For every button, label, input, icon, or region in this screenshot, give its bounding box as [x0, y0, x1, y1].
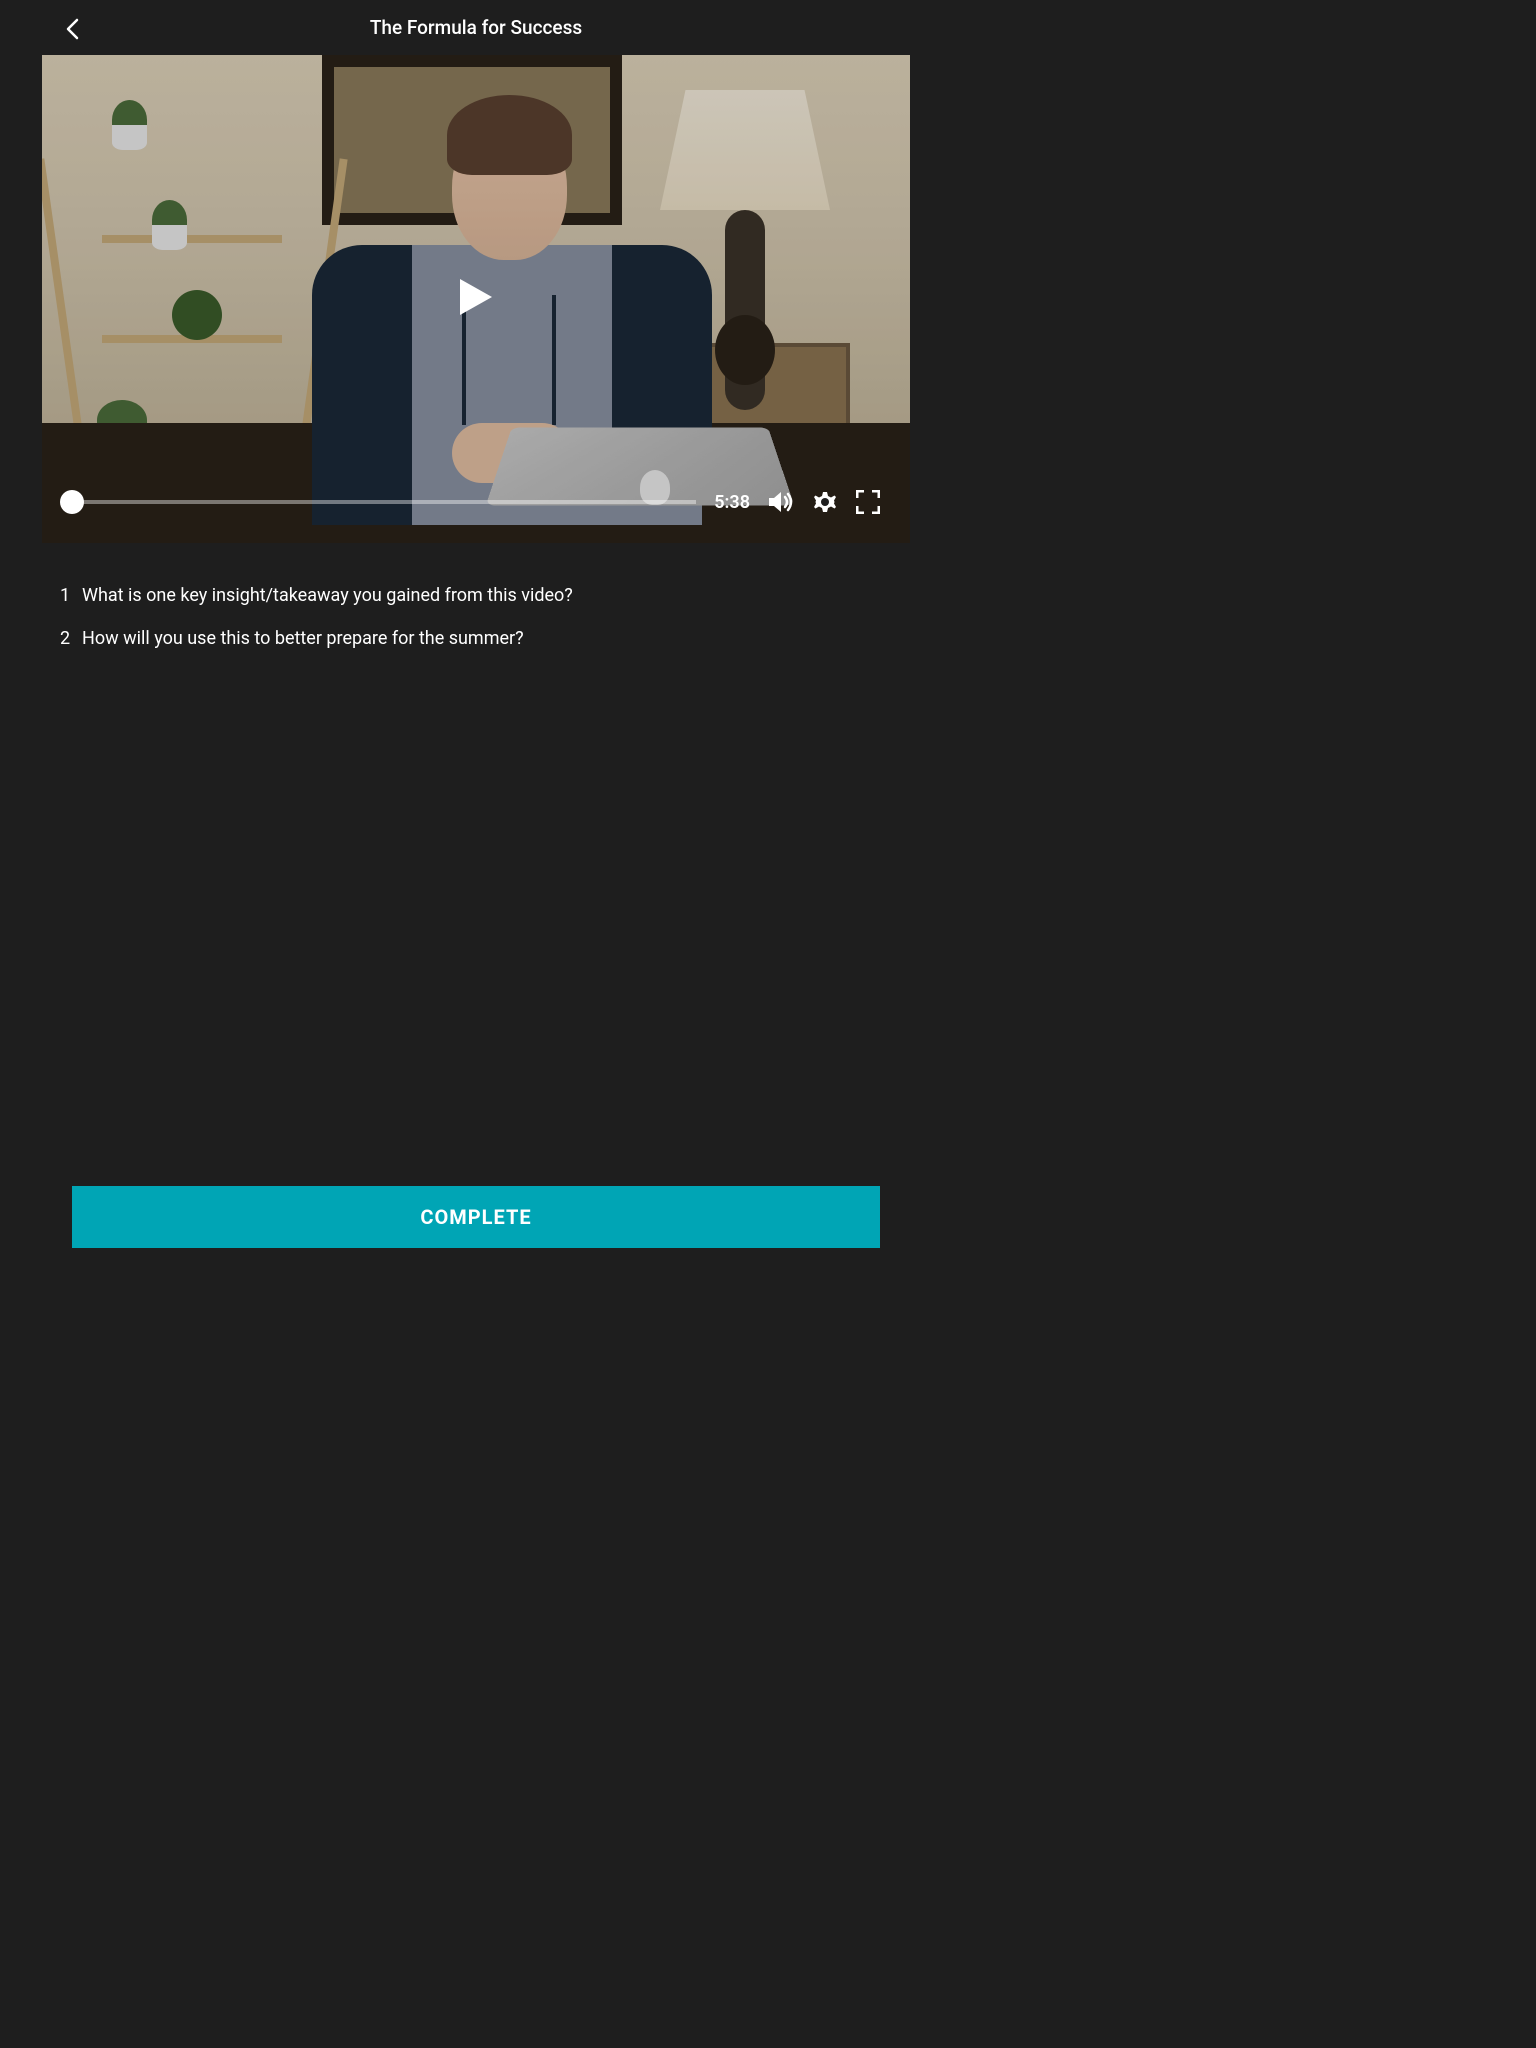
question-item: 1 What is one key insight/takeaway you g…: [60, 585, 892, 606]
video-controls: 5:38: [72, 489, 880, 515]
play-icon: [458, 277, 494, 317]
page-title: The Formula for Success: [0, 16, 952, 39]
settings-button[interactable]: [812, 489, 838, 515]
header: The Formula for Success: [0, 0, 952, 55]
video-duration: 5:38: [714, 492, 750, 513]
complete-button[interactable]: COMPLETE: [72, 1186, 880, 1248]
question-number: 1: [60, 585, 82, 606]
video-progress-bar[interactable]: [72, 500, 696, 504]
volume-button[interactable]: [768, 490, 794, 514]
progress-thumb[interactable]: [60, 490, 84, 514]
video-player[interactable]: 5:38: [42, 55, 910, 543]
question-text: What is one key insight/takeaway you gai…: [82, 585, 573, 606]
question-item: 2 How will you use this to better prepar…: [60, 628, 892, 649]
question-number: 2: [60, 628, 82, 649]
volume-icon: [768, 490, 794, 514]
question-text: How will you use this to better prepare …: [82, 628, 524, 649]
chevron-left-icon: [65, 18, 81, 40]
questions-list: 1 What is one key insight/takeaway you g…: [60, 585, 892, 649]
play-button[interactable]: [458, 277, 494, 321]
fullscreen-icon: [856, 490, 880, 514]
fullscreen-button[interactable]: [856, 490, 880, 514]
gear-icon: [812, 489, 838, 515]
back-button[interactable]: [65, 18, 81, 44]
